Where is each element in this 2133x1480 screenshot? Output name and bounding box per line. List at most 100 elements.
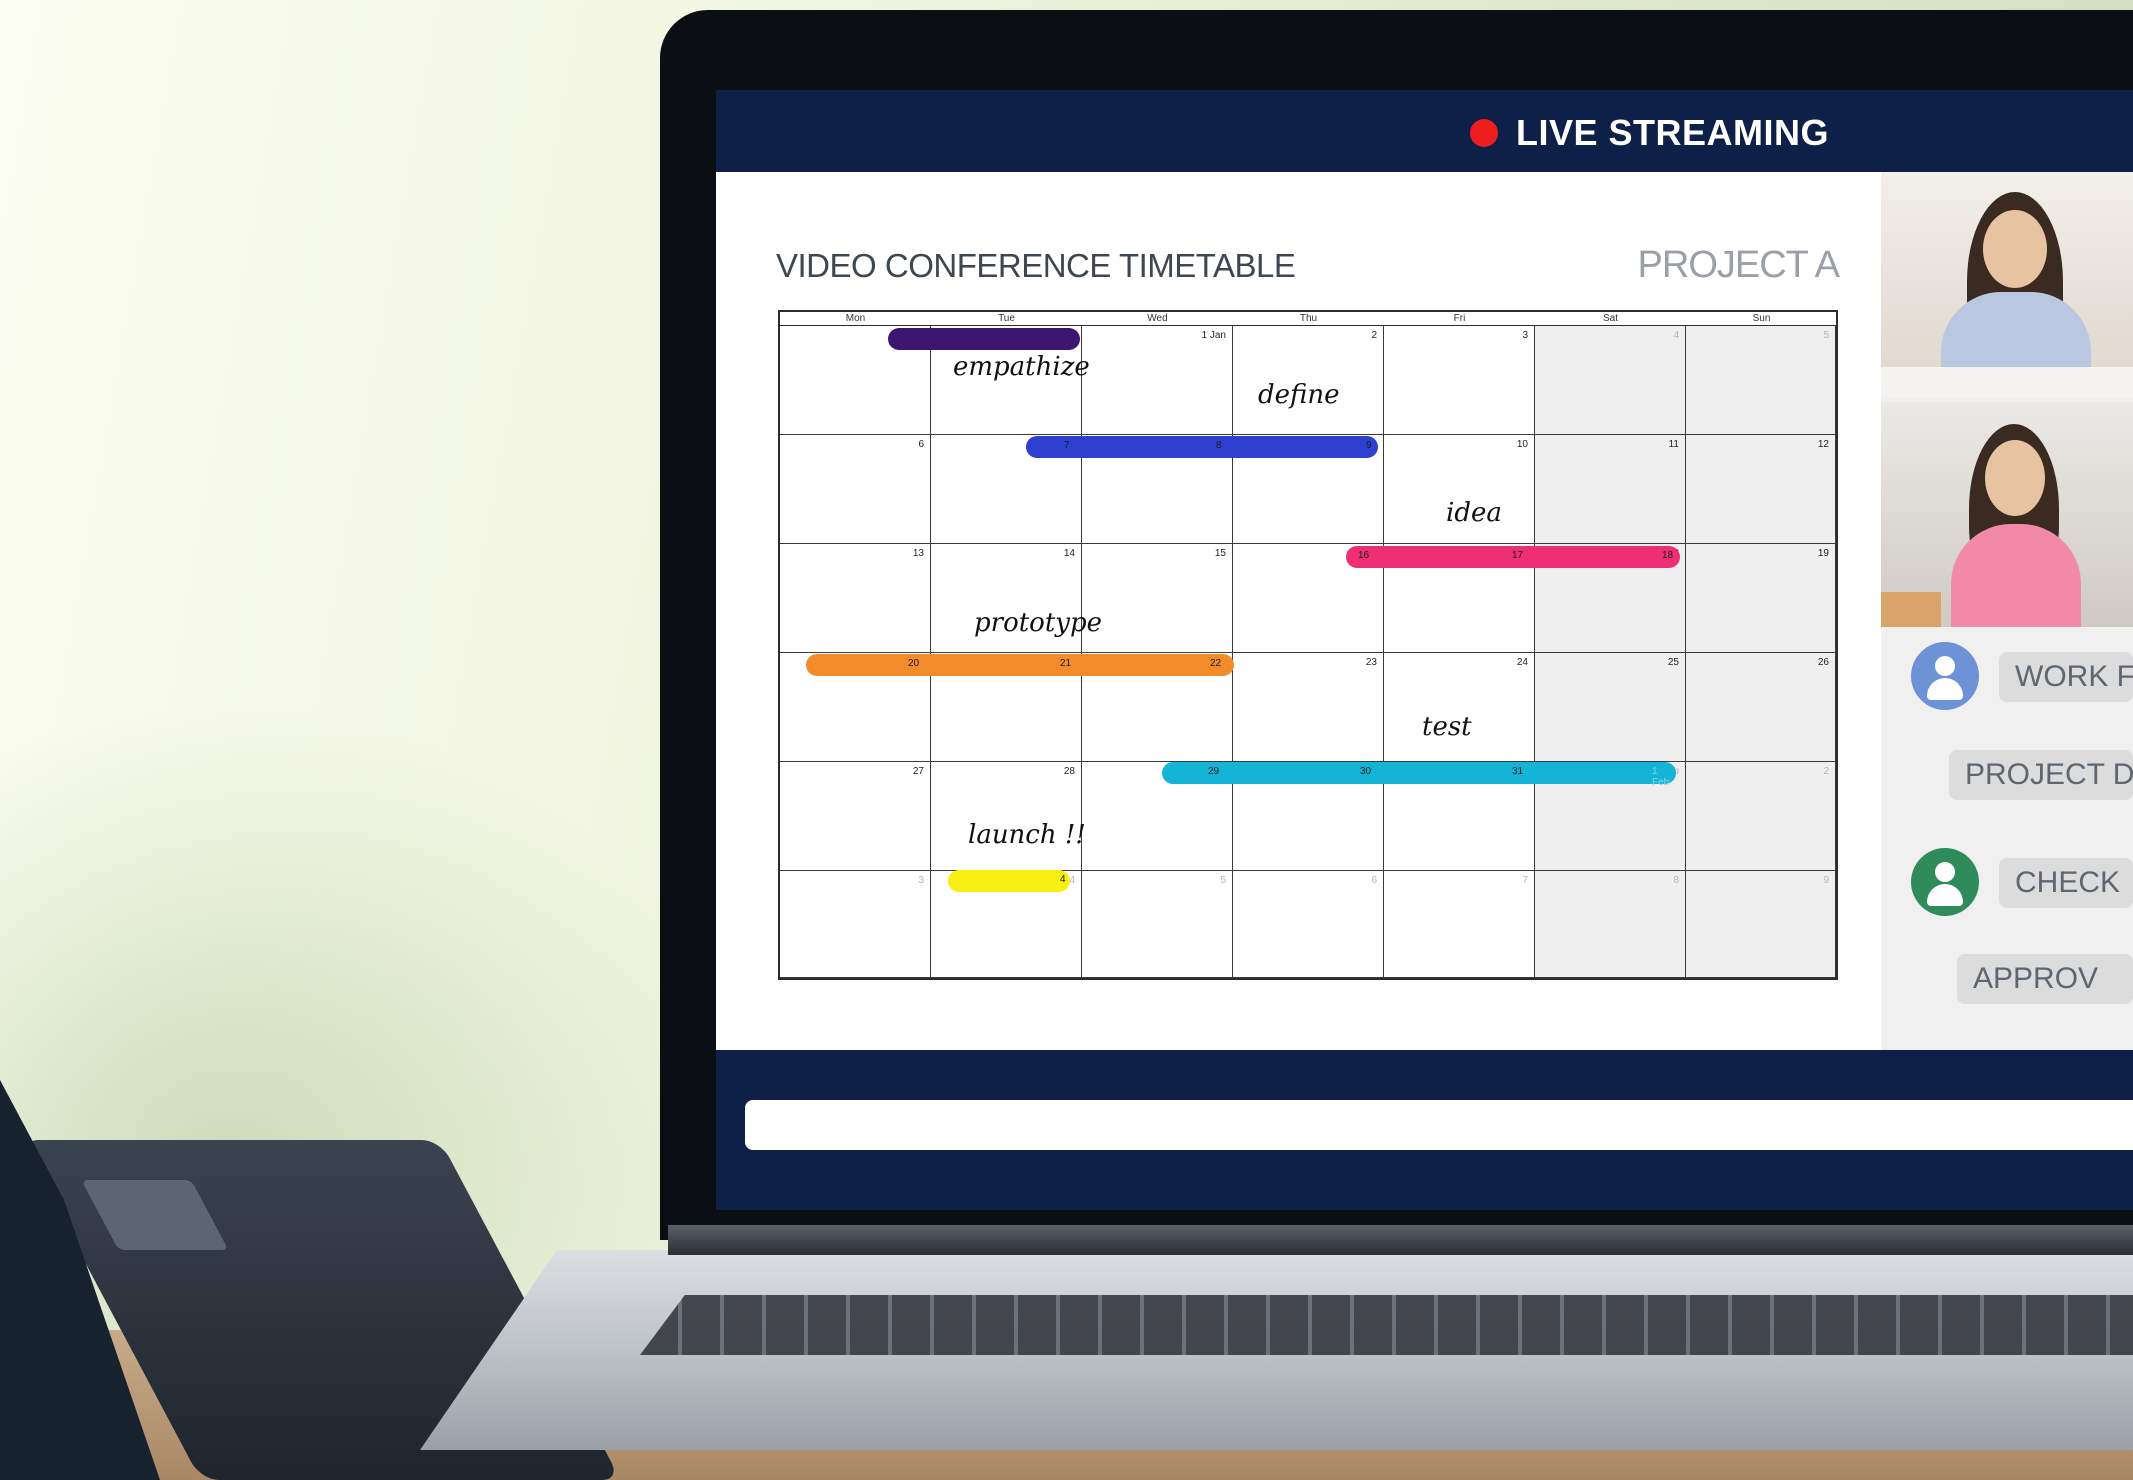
day-number: 15 — [1214, 548, 1226, 559]
day-number: 13 — [912, 548, 924, 559]
bar-day-number: 29 — [1208, 766, 1220, 777]
bar-day-number: 30 — [1360, 766, 1372, 777]
calendar-day-cell[interactable]: 3 — [1384, 326, 1535, 435]
calendar-day-cell[interactable]: 1 Jan — [1082, 326, 1233, 435]
phase-label-empathize: empathize — [953, 352, 1090, 382]
calendar-day-cell[interactable]: 6 — [780, 435, 931, 544]
calendar-day-cell[interactable]: 8 — [1535, 871, 1686, 978]
phase-bar-test[interactable]: 29 30 31 1 Feb — [1162, 762, 1676, 788]
calendar-day-cell[interactable]: 9 — [1686, 871, 1836, 978]
calendar-day-cell[interactable]: 25 — [1535, 653, 1686, 762]
bottom-bar — [716, 1050, 2133, 1210]
live-indicator: LIVE STREAMING — [1470, 112, 1829, 154]
phase-label-test: test — [1422, 712, 1472, 742]
participants-sidebar: WORK F PROJECT D CHECK APPROV — [1881, 172, 2133, 1050]
calendar-day-cell[interactable]: 5 — [1082, 871, 1233, 978]
calendar-day-cell[interactable]: 26 — [1686, 653, 1836, 762]
chat-bubble: CHECK — [1999, 858, 2133, 908]
chat-bubble: APPROV — [1957, 954, 2133, 1004]
bar-day-number: 17 — [1512, 550, 1524, 561]
timetable-panel: VIDEO CONFERENCE TIMETABLE PROJECT A Mon… — [716, 172, 1881, 1050]
phase-label-define: define — [1258, 380, 1340, 410]
day-number: 12 — [1817, 439, 1829, 450]
participant-video-1[interactable] — [1881, 172, 2133, 397]
day-name: Mon — [845, 313, 866, 324]
day-number: 9 — [1823, 875, 1829, 886]
day-number: 8 — [1673, 875, 1679, 886]
day-number: 5 — [1823, 330, 1829, 341]
chat-input-field[interactable] — [745, 1100, 2133, 1150]
day-name: Thu — [1299, 313, 1318, 324]
day-number: 2 — [1823, 766, 1829, 777]
calendar-day-cell[interactable]: 19 — [1686, 544, 1836, 653]
day-number: 6 — [918, 439, 924, 450]
calendar-grid: 1 Jan23456789101112131415161718192021222… — [778, 326, 1838, 980]
calendar-day-cell[interactable]: 11 — [1535, 435, 1686, 544]
calendar-day-cell[interactable]: 7 — [1384, 871, 1535, 978]
phase-bar-empathize[interactable] — [888, 328, 1080, 350]
user-avatar-icon[interactable] — [1911, 642, 1979, 710]
record-dot-icon — [1470, 119, 1498, 147]
calendar-day-cell[interactable]: 5 — [1686, 326, 1836, 435]
phase-label-idea: idea — [1446, 498, 1502, 528]
day-number: 4 — [1069, 875, 1075, 886]
project-name: PROJECT A — [1637, 244, 1840, 286]
calendar-day-cell[interactable]: 15 — [1082, 544, 1233, 653]
calendar-day-cell[interactable]: 2 — [1686, 762, 1836, 871]
bar-day-number: 1 Feb — [1652, 766, 1670, 788]
phase-bar-idea[interactable]: 16 17 18 — [1346, 546, 1680, 568]
day-number: 2 — [1371, 330, 1377, 341]
day-name: Sat — [1602, 313, 1618, 324]
calendar-day-cell[interactable]: 24 — [1384, 653, 1535, 762]
laptop-keyboard — [640, 1295, 2133, 1355]
bar-day-number: 9 — [1366, 440, 1372, 451]
participant-video-2[interactable] — [1881, 402, 2133, 627]
calendar-day-cell[interactable]: 12 — [1686, 435, 1836, 544]
phase-label-prototype: prototype — [974, 608, 1102, 638]
day-name: Tue — [998, 313, 1015, 324]
bar-day-number: 22 — [1210, 658, 1222, 669]
day-number: 3 — [1522, 330, 1528, 341]
day-name: Sun — [1752, 313, 1771, 324]
laptop-hinge — [668, 1225, 2133, 1255]
day-number: 28 — [1063, 766, 1075, 777]
user-avatar-icon[interactable] — [1911, 848, 1979, 916]
day-number: 1 Jan — [1201, 330, 1226, 341]
phase-bar-prototype[interactable]: 20 21 22 — [806, 654, 1234, 676]
calendar-day-cell[interactable]: 23 — [1233, 653, 1384, 762]
day-number: 27 — [912, 766, 924, 777]
day-number: 19 — [1817, 548, 1829, 559]
bar-day-number: 31 — [1512, 766, 1524, 777]
phase-bar-define[interactable]: 7 8 9 — [1026, 436, 1378, 458]
laptop-screen: LIVE STREAMING VIDEO CONFERENCE TIMETABL… — [716, 90, 2133, 1210]
calendar-day-cell[interactable]: 6 — [1233, 871, 1384, 978]
bar-day-number: 18 — [1662, 550, 1674, 561]
timetable-title: VIDEO CONFERENCE TIMETABLE — [776, 247, 1296, 284]
calendar: Mon Tue Wed Thu Fri Sat Sun 1 Jan2345678… — [778, 310, 1838, 980]
calendar-day-cell[interactable]: 4 — [1535, 326, 1686, 435]
calendar-header: Mon Tue Wed Thu Fri Sat Sun — [778, 310, 1838, 326]
chat-bubble: WORK F — [1999, 652, 2133, 702]
day-number: 11 — [1668, 439, 1679, 450]
day-number: 3 — [918, 875, 924, 886]
day-name: Fri — [1453, 313, 1466, 324]
day-number: 14 — [1063, 548, 1075, 559]
calendar-day-cell[interactable]: 28 — [931, 762, 1082, 871]
phase-label-launch: launch !! — [968, 820, 1086, 850]
side-table — [1881, 592, 1941, 627]
bar-day-number: 8 — [1216, 440, 1222, 451]
chat-bubble: PROJECT D — [1949, 750, 2133, 800]
day-number: 26 — [1817, 657, 1829, 668]
phase-bar-launch[interactable]: 4 — [948, 870, 1070, 892]
bar-day-number: 16 — [1358, 550, 1370, 561]
day-name: Wed — [1147, 313, 1168, 324]
day-number: 23 — [1365, 657, 1377, 668]
calendar-day-cell[interactable]: 13 — [780, 544, 931, 653]
day-number: 10 — [1516, 439, 1528, 450]
calendar-day-cell[interactable]: 27 — [780, 762, 931, 871]
calendar-day-cell[interactable]: 3 — [780, 871, 931, 978]
bar-day-number: 7 — [1064, 440, 1070, 451]
day-number: 25 — [1667, 657, 1679, 668]
live-streaming-label: LIVE STREAMING — [1516, 112, 1830, 153]
day-number: 5 — [1220, 875, 1226, 886]
